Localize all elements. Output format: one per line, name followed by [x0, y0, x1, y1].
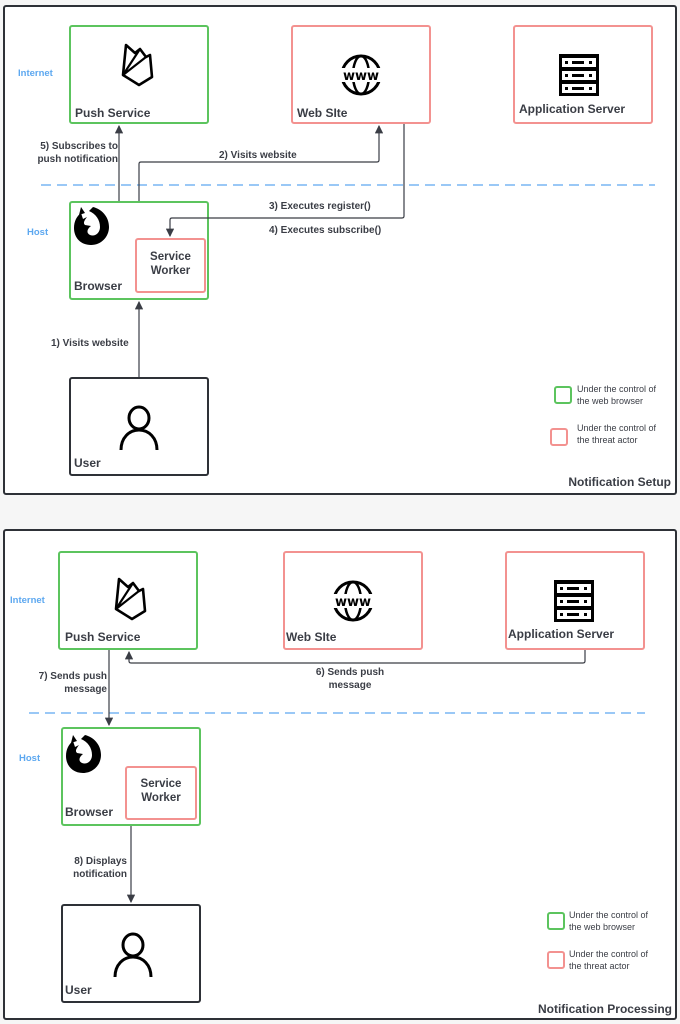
- service-worker-label: Service Worker: [137, 250, 204, 278]
- web-site-node[interactable]: www Web SIte: [291, 25, 431, 124]
- edge-label-6-line2: message: [328, 680, 372, 691]
- server-rack-icon: [554, 580, 594, 622]
- edge-label-6: 6) Sends push message: [300, 666, 400, 692]
- edge-label-1: 1) Visits website: [51, 338, 129, 349]
- zone-label-host: Host: [27, 227, 49, 238]
- browser-node-2[interactable]: Browser Service Worker: [61, 727, 201, 826]
- edge-label-2: 2) Visits website: [219, 150, 297, 161]
- legend-text-browser-2: Under the control of the web browser: [569, 909, 648, 933]
- service-worker-label-line2: Worker: [150, 265, 191, 277]
- legend-text-browser-2-line2: the web browser: [569, 922, 636, 932]
- edge-label-8-line1: 8) Displays: [74, 856, 127, 867]
- application-server-label-2: Application Server: [508, 627, 615, 641]
- firefox-icon: [74, 207, 109, 245]
- svg-text:www: www: [335, 595, 371, 610]
- legend-swatch-threat-actor-2: [547, 951, 565, 969]
- browser-node[interactable]: Browser Service Worker: [69, 201, 209, 300]
- legend-text-threat-actor-2: Under the control of the threat actor: [569, 948, 648, 972]
- web-site-node-2[interactable]: www Web SIte: [283, 551, 423, 650]
- zone-label-internet: Internet: [18, 68, 53, 79]
- service-worker-node-2[interactable]: Service Worker: [125, 766, 197, 820]
- application-server-node[interactable]: Application Server: [513, 25, 653, 124]
- edge-label-5: 5) Subscribes to push notification: [36, 140, 118, 166]
- user-icon: [119, 405, 159, 451]
- user-node-2[interactable]: User: [61, 904, 201, 1003]
- firefox-icon: [66, 735, 101, 773]
- browser-label: Browser: [74, 279, 123, 293]
- edge-label-5-line2: push notification: [37, 154, 118, 165]
- legend-text-threat-actor-2-line2: the threat actor: [569, 961, 630, 971]
- edge-label-5-line1: 5) Subscribes to: [40, 141, 118, 152]
- edge-label-8: 8) Displays notification: [60, 855, 127, 881]
- legend-text-browser: Under the control of the web browser: [577, 383, 656, 407]
- www-globe-icon: www: [336, 54, 386, 96]
- user-node[interactable]: User: [69, 377, 209, 476]
- edge-label-7: 7) Sends push message: [26, 670, 107, 696]
- legend-swatch-browser: [554, 386, 572, 404]
- push-service-node-2[interactable]: Push Service: [58, 551, 198, 650]
- user-icon: [113, 932, 153, 978]
- edge-label-6-line1: 6) Sends push: [315, 667, 385, 678]
- legend-text-threat-actor-2-line1: Under the control of: [569, 949, 649, 959]
- panel-title-processing: Notification Processing: [537, 1002, 672, 1016]
- user-label-2: User: [65, 983, 92, 997]
- service-worker-label-2-line1: Service: [140, 778, 182, 790]
- push-service-label: Push Service: [75, 106, 151, 120]
- application-server-label: Application Server: [519, 102, 626, 116]
- edge-label-7-line1: 7) Sends push: [38, 671, 107, 682]
- zone-label-host-2: Host: [19, 753, 41, 764]
- push-service-node[interactable]: Push Service: [69, 25, 209, 124]
- edge-label-3: 3) Executes register(): [269, 201, 371, 212]
- zone-label-internet-2: Internet: [10, 595, 45, 606]
- service-worker-node[interactable]: Service Worker: [135, 238, 206, 293]
- user-label: User: [74, 456, 101, 470]
- web-site-label: Web SIte: [297, 106, 348, 120]
- legend-swatch-browser-2: [547, 912, 565, 930]
- legend-text-threat-actor-line2: the threat actor: [577, 435, 638, 445]
- service-worker-label-line1: Service: [150, 251, 191, 263]
- firebase-icon: [121, 43, 154, 87]
- web-site-label-2: Web SIte: [286, 630, 337, 644]
- server-rack-icon: [559, 54, 599, 96]
- legend-text-browser-line1: Under the control of: [577, 384, 657, 394]
- browser-label-2: Browser: [65, 805, 114, 819]
- legend-text-threat-actor: Under the control of the threat actor: [577, 422, 656, 446]
- edge-label-4: 4) Executes subscribe(): [269, 225, 382, 236]
- legend-text-browser-2-line1: Under the control of: [569, 910, 649, 920]
- panel-title-setup: Notification Setup: [568, 475, 671, 489]
- application-server-node-2[interactable]: Application Server: [505, 551, 645, 650]
- service-worker-label-2: Service Worker: [127, 777, 195, 805]
- edge-label-7-line2: message: [64, 684, 107, 695]
- svg-text:www: www: [343, 69, 379, 84]
- legend-text-threat-actor-line1: Under the control of: [577, 423, 657, 433]
- service-worker-label-2-line2: Worker: [141, 792, 181, 804]
- www-globe-icon: www: [328, 580, 378, 622]
- edge-label-8-line2: notification: [73, 869, 127, 880]
- firebase-icon: [114, 577, 147, 621]
- legend-text-browser-line2: the web browser: [577, 396, 644, 406]
- legend-swatch-threat-actor: [550, 428, 568, 446]
- push-service-label-2: Push Service: [65, 630, 141, 644]
